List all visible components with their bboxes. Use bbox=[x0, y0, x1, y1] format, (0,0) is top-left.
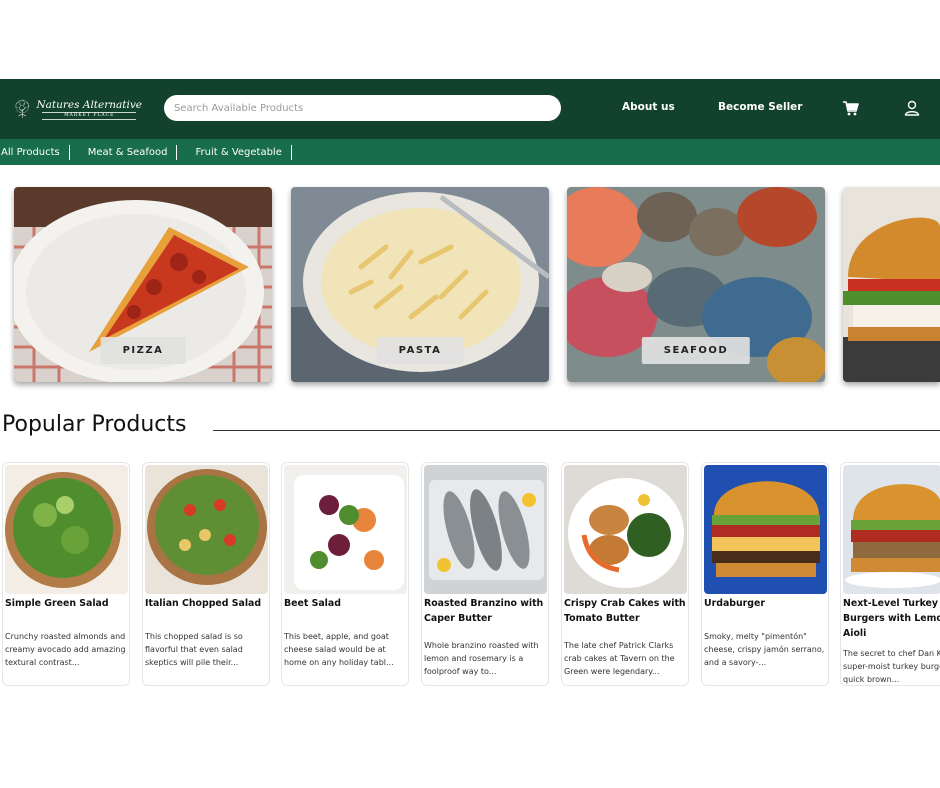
product-description: This beet, apple, and goat cheese salad … bbox=[284, 632, 394, 667]
product-image bbox=[424, 465, 547, 594]
product-description: Crunchy roasted almonds and creamy avoca… bbox=[5, 632, 126, 667]
top-header: Natures Alternative MARKET PLACE About u… bbox=[0, 79, 940, 139]
product-card[interactable]: Simple Green Salad Crunchy roasted almon… bbox=[2, 462, 130, 686]
about-us-link[interactable]: About us bbox=[622, 101, 675, 113]
product-card[interactable]: Next-Level Turkey Burgers with Lemon Aio… bbox=[840, 462, 940, 686]
product-title: Beet Salad bbox=[284, 598, 341, 609]
product-image bbox=[564, 465, 687, 594]
brand-text: Natures Alternative MARKET PLACE bbox=[36, 99, 142, 120]
brand-subtitle: MARKET PLACE bbox=[42, 111, 136, 120]
product-title: Next-Level Turkey Burgers with Lemon Aio… bbox=[843, 598, 940, 639]
banner-pasta[interactable]: PASTA bbox=[291, 187, 549, 382]
banner-seafood[interactable]: SEAFOOD bbox=[567, 187, 825, 382]
category-all-products[interactable]: All Products bbox=[0, 144, 88, 160]
search-input[interactable] bbox=[164, 95, 561, 121]
product-description: This chopped salad is so flavorful that … bbox=[145, 632, 243, 667]
product-image bbox=[704, 465, 827, 594]
product-description: Whole branzino roasted with lemon and ro… bbox=[424, 641, 539, 676]
category-fruit-vegetable[interactable]: Fruit & Vegetable bbox=[195, 144, 309, 160]
product-title: Roasted Branzino with Caper Butter bbox=[424, 598, 544, 624]
banner-label: PIZZA bbox=[100, 337, 186, 364]
category-label: Fruit & Vegetable bbox=[195, 146, 282, 158]
brand-logo[interactable]: Natures Alternative MARKET PLACE bbox=[12, 92, 142, 126]
product-description: Smoky, melty "pimentón" cheese, crispy j… bbox=[704, 632, 825, 667]
product-description: The secret to chef Dan Klugers super-moi… bbox=[843, 649, 940, 684]
product-card[interactable]: Crispy Crab Cakes with Tomato Butter The… bbox=[561, 462, 689, 686]
product-title: Italian Chopped Salad bbox=[145, 598, 262, 609]
section-title: Popular Products bbox=[2, 412, 187, 437]
product-card[interactable]: Urdaburger Smoky, melty "pimentón" chees… bbox=[701, 462, 829, 686]
product-image bbox=[5, 465, 128, 594]
banner-burger[interactable] bbox=[843, 187, 940, 382]
product-card[interactable]: Italian Chopped Salad This chopped salad… bbox=[142, 462, 270, 686]
cart-icon[interactable] bbox=[842, 99, 860, 117]
category-label: Meat & Seafood bbox=[87, 146, 168, 158]
divider bbox=[68, 144, 70, 160]
banner-label: SEAFOOD bbox=[641, 337, 751, 364]
product-card[interactable]: Beet Salad This beet, apple, and goat ch… bbox=[281, 462, 409, 686]
product-card[interactable]: Roasted Branzino with Caper Butter Whole… bbox=[421, 462, 549, 686]
banner-pizza[interactable]: PIZZA bbox=[14, 187, 272, 382]
burger-image bbox=[843, 187, 940, 382]
product-description: The late chef Patrick Clarks crab cakes … bbox=[564, 641, 675, 676]
user-icon[interactable] bbox=[903, 99, 921, 117]
product-title: Urdaburger bbox=[704, 598, 765, 609]
category-label: All Products bbox=[1, 146, 60, 158]
banner-label: PASTA bbox=[376, 337, 464, 364]
divider bbox=[290, 144, 292, 160]
page: Natures Alternative MARKET PLACE About u… bbox=[0, 0, 940, 788]
product-image bbox=[145, 465, 268, 594]
become-seller-link[interactable]: Become Seller bbox=[718, 101, 802, 113]
product-title: Simple Green Salad bbox=[5, 598, 109, 609]
tree-logo-icon bbox=[15, 99, 29, 118]
product-image bbox=[843, 465, 940, 594]
section-divider bbox=[213, 430, 940, 431]
brand-name: Natures Alternative bbox=[36, 98, 142, 111]
category-nav: All Products Meat & Seafood Fruit & Vege… bbox=[0, 139, 940, 165]
product-title: Crispy Crab Cakes with Tomato Butter bbox=[564, 598, 686, 624]
category-meat-seafood[interactable]: Meat & Seafood bbox=[87, 144, 196, 160]
divider bbox=[176, 144, 178, 160]
product-image bbox=[284, 465, 407, 594]
